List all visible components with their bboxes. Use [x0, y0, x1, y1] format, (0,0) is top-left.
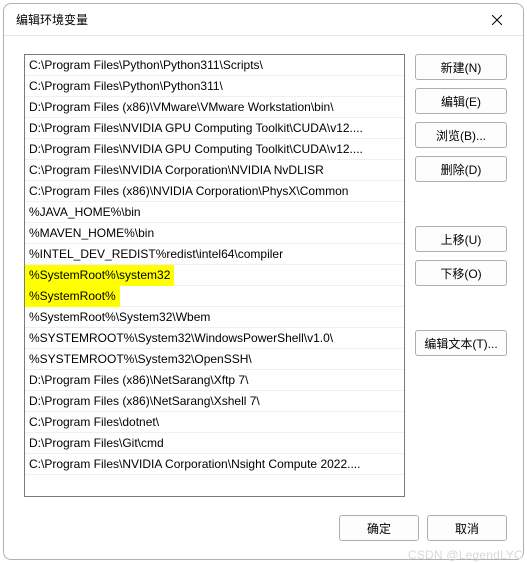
- list-item[interactable]: C:\Program Files\NVIDIA Corporation\Nsig…: [25, 454, 404, 475]
- list-item[interactable]: C:\Program Files\NVIDIA Corporation\NVID…: [25, 160, 404, 181]
- new-button[interactable]: 新建(N): [415, 54, 507, 80]
- list-item[interactable]: D:\Program Files (x86)\NetSarang\Xftp 7\: [25, 370, 404, 391]
- path-listbox[interactable]: C:\Program Files\Python\Python311\Script…: [24, 54, 405, 497]
- close-button[interactable]: [477, 6, 517, 34]
- side-button-column: 新建(N) 编辑(E) 浏览(B)... 删除(D) 上移(U) 下移(O) 编…: [415, 54, 507, 497]
- list-item[interactable]: C:\Program Files\Python\Python311\: [25, 76, 404, 97]
- list-item[interactable]: %SystemRoot%\system32: [25, 265, 404, 286]
- edit-button[interactable]: 编辑(E): [415, 88, 507, 114]
- list-item[interactable]: D:\Program Files\NVIDIA GPU Computing To…: [25, 118, 404, 139]
- delete-button[interactable]: 删除(D): [415, 156, 507, 182]
- list-item[interactable]: %JAVA_HOME%\bin: [25, 202, 404, 223]
- ok-button[interactable]: 确定: [339, 515, 419, 541]
- moveup-button[interactable]: 上移(U): [415, 226, 507, 252]
- dialog-window: 编辑环境变量 C:\Program Files\Python\Python311…: [3, 3, 524, 560]
- list-item[interactable]: C:\Program Files\Python\Python311\Script…: [25, 55, 404, 76]
- list-item[interactable]: D:\Program Files (x86)\VMware\VMware Wor…: [25, 97, 404, 118]
- list-item[interactable]: %SYSTEMROOT%\System32\WindowsPowerShell\…: [25, 328, 404, 349]
- dialog-body: C:\Program Files\Python\Python311\Script…: [4, 36, 523, 509]
- list-item[interactable]: %SystemRoot%: [25, 286, 404, 307]
- list-item[interactable]: %MAVEN_HOME%\bin: [25, 223, 404, 244]
- window-title: 编辑环境变量: [16, 11, 88, 28]
- dialog-footer: 确定 取消: [4, 509, 523, 559]
- cancel-button[interactable]: 取消: [427, 515, 507, 541]
- list-item[interactable]: %SYSTEMROOT%\System32\OpenSSH\: [25, 349, 404, 370]
- list-item-text: %SystemRoot%: [25, 286, 120, 307]
- list-item[interactable]: %INTEL_DEV_REDIST%redist\intel64\compile…: [25, 244, 404, 265]
- list-item[interactable]: C:\Program Files (x86)\NVIDIA Corporatio…: [25, 181, 404, 202]
- browse-button[interactable]: 浏览(B)...: [415, 122, 507, 148]
- movedown-button[interactable]: 下移(O): [415, 260, 507, 286]
- list-item-text: %SystemRoot%\system32: [25, 265, 174, 286]
- list-item[interactable]: D:\Program Files\NVIDIA GPU Computing To…: [25, 139, 404, 160]
- list-item[interactable]: C:\Program Files\dotnet\: [25, 412, 404, 433]
- close-icon: [492, 15, 502, 25]
- list-item[interactable]: D:\Program Files (x86)\NetSarang\Xshell …: [25, 391, 404, 412]
- list-item[interactable]: D:\Program Files\Git\cmd: [25, 433, 404, 454]
- titlebar: 编辑环境变量: [4, 4, 523, 36]
- list-item[interactable]: %SystemRoot%\System32\Wbem: [25, 307, 404, 328]
- edittext-button[interactable]: 编辑文本(T)...: [415, 330, 507, 356]
